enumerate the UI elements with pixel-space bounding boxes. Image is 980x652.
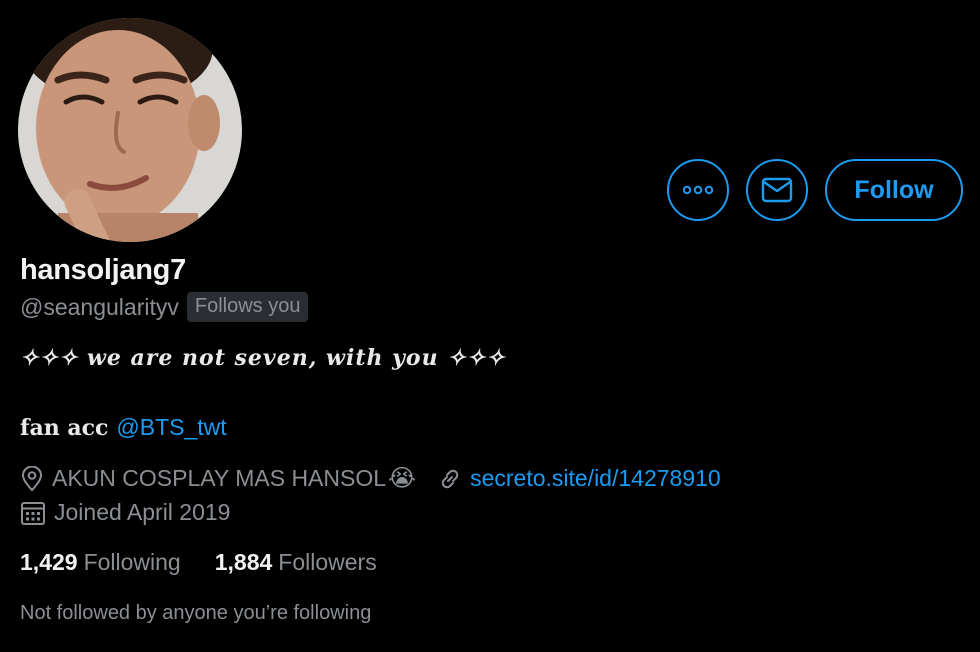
bio-mention-link[interactable]: @BTS_twt <box>116 414 226 441</box>
profile-avatar[interactable] <box>18 18 242 242</box>
website-link[interactable]: secreto.site/id/14278910 <box>470 465 721 492</box>
link-icon <box>438 467 462 491</box>
bio-prefix: fan acc <box>20 415 109 441</box>
follow-stats: 1,429 Following 1,884 Followers <box>20 549 377 576</box>
bio-line: ✧✧✧ we are not seven, with you ✧✧✧ <box>20 345 506 371</box>
mail-icon <box>761 177 793 203</box>
profile-actions: Follow <box>667 159 963 221</box>
following-count: 1,429 <box>20 549 78 575</box>
following-label: Following <box>83 549 181 575</box>
more-button[interactable] <box>667 159 729 221</box>
joined-date: Joined April 2019 <box>54 499 231 525</box>
profile-meta-joined: Joined April 2019 <box>20 499 230 526</box>
calendar-icon <box>20 500 46 526</box>
follows-you-badge: Follows you <box>186 292 309 322</box>
message-button[interactable] <box>746 159 808 221</box>
follow-button-label: Follow <box>854 175 934 204</box>
profile-meta-location: AKUN COSPLAY MAS HANSOL 😭 secreto.site/i… <box>20 464 721 493</box>
follow-button[interactable]: Follow <box>825 159 963 221</box>
location-text: AKUN COSPLAY MAS HANSOL <box>52 465 387 491</box>
followers-count: 1,884 <box>214 549 273 575</box>
following-link[interactable]: 1,429 Following <box>20 549 181 576</box>
mutual-followers-note: Not followed by anyone you’re following <box>20 602 372 624</box>
location-icon <box>20 465 44 492</box>
followers-link[interactable]: 1,884 Followers <box>215 549 377 576</box>
display-name: hansoljang7 <box>20 254 186 286</box>
more-icon <box>683 185 713 195</box>
location-emoji: 😭 <box>388 465 417 492</box>
handle: @seangularityv <box>20 293 179 320</box>
avatar-photo <box>18 18 242 242</box>
handle-row: @seangularityv Follows you <box>20 292 309 322</box>
bio-fan-line: fan acc @BTS_twt <box>20 414 227 441</box>
followers-label: Followers <box>278 549 377 575</box>
